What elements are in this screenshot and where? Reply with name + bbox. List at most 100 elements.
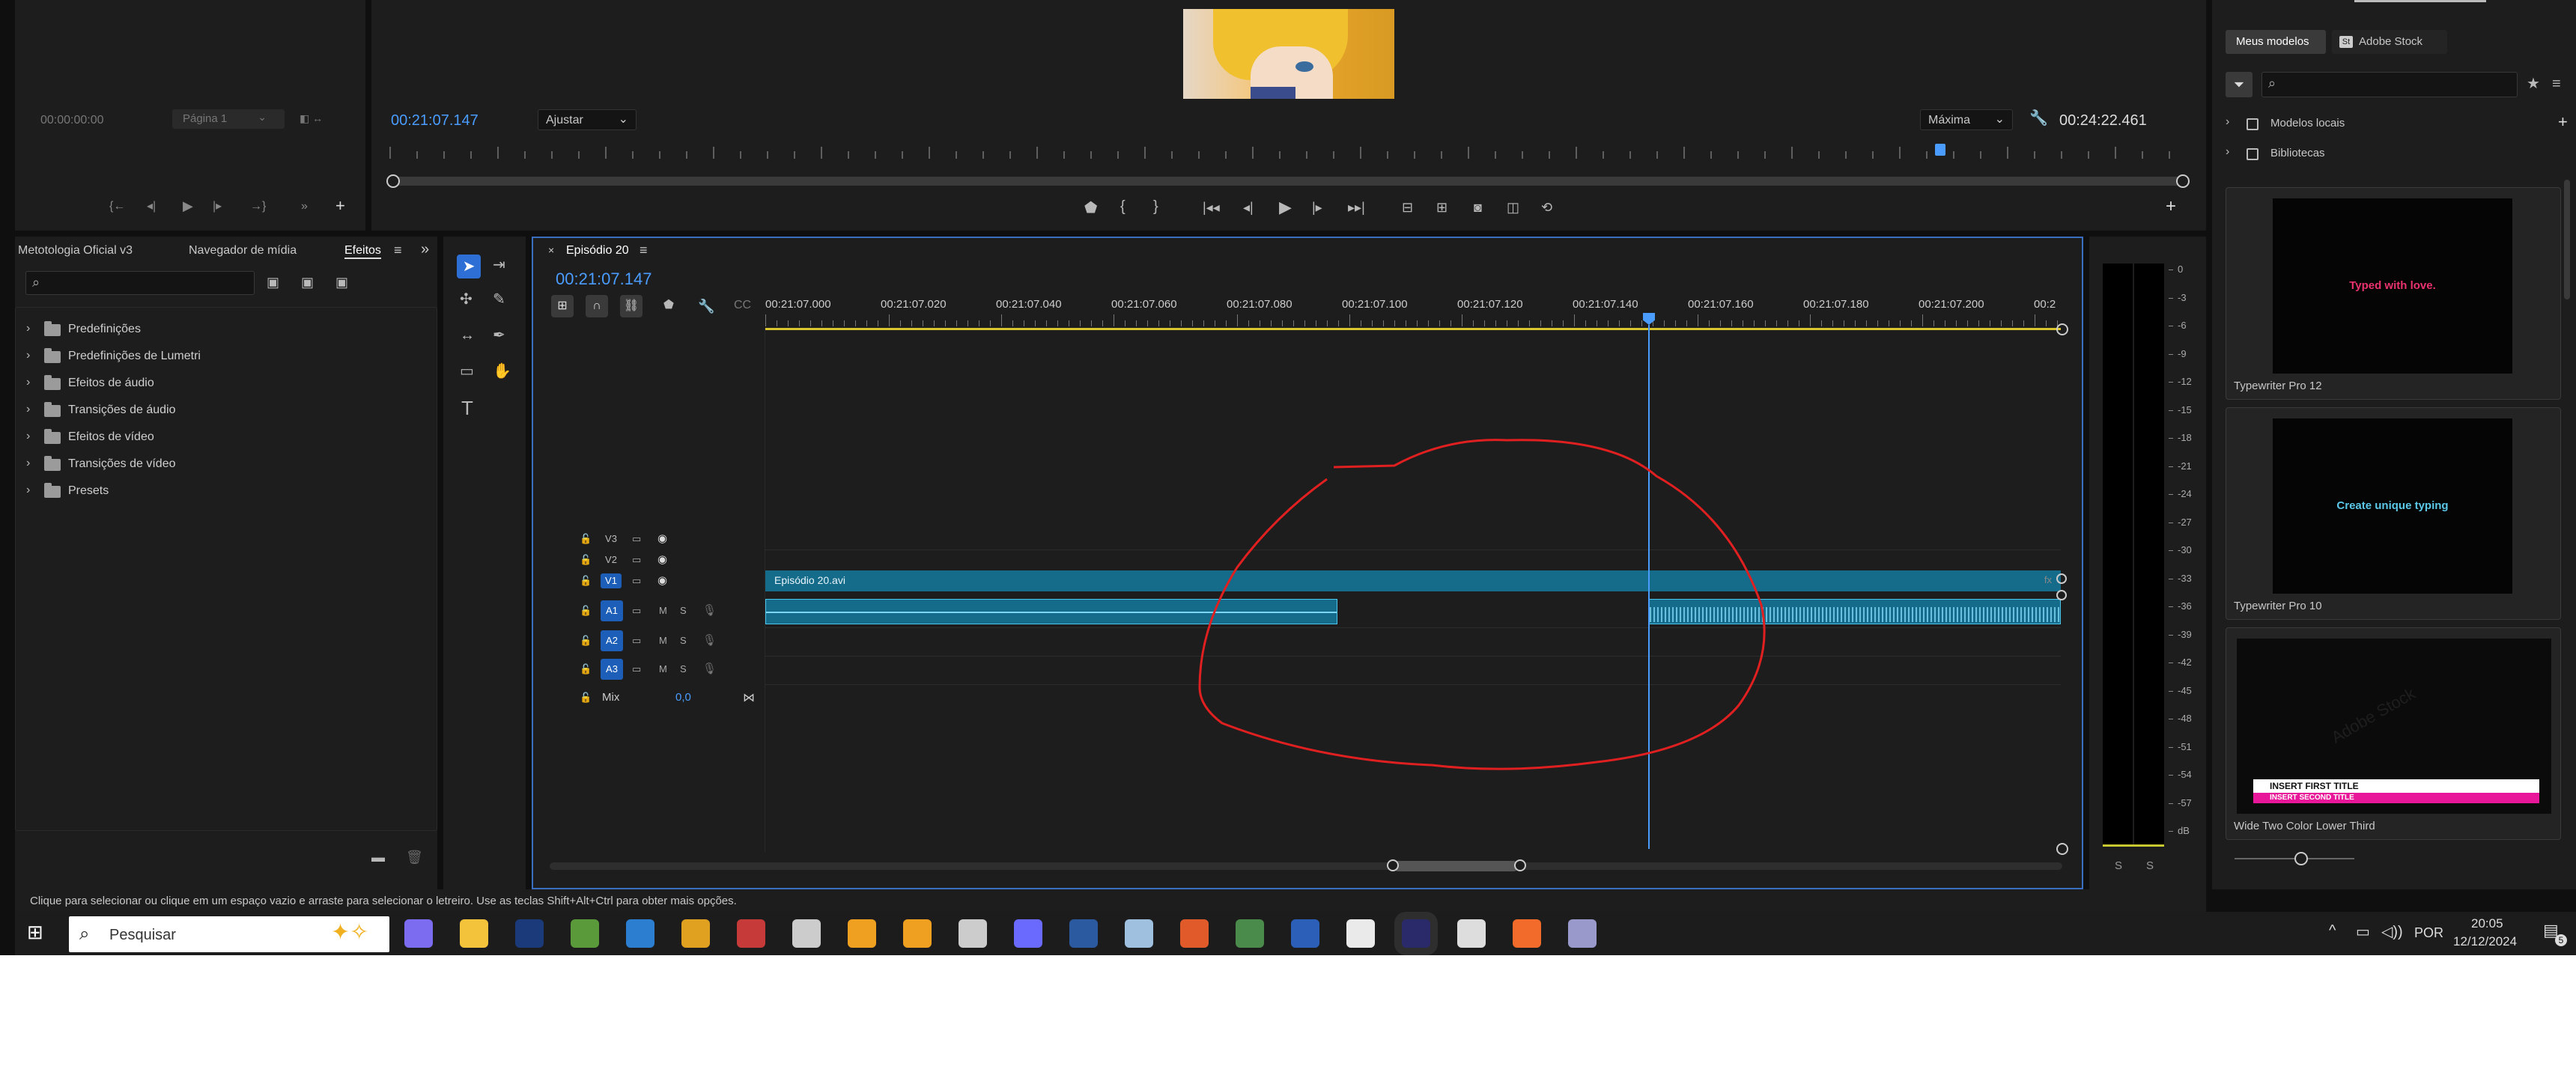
- chevron-right-icon[interactable]: ›: [26, 484, 30, 497]
- chevron-up-icon[interactable]: ^: [2329, 922, 2336, 940]
- mark-in-icon[interactable]: {: [1120, 199, 1126, 214]
- add-icon[interactable]: +: [2558, 112, 2568, 132]
- template-card[interactable]: Create unique typing Typewriter Pro 10: [2226, 407, 2561, 620]
- timeline-scrollbar[interactable]: [550, 859, 2062, 871]
- chevron-right-icon[interactable]: ›: [26, 322, 30, 335]
- davinci-icon[interactable]: [1457, 919, 1486, 948]
- more-icon[interactable]: »: [301, 201, 308, 213]
- tab-effects[interactable]: Efeitos ≡: [344, 241, 416, 264]
- play-icon[interactable]: ▶: [1279, 199, 1292, 216]
- effects-tree-item[interactable]: › Transições de vídeo: [16, 451, 390, 477]
- camera-icon[interactable]: ◙: [1474, 201, 1482, 214]
- tab-my-templates[interactable]: Meus modelos: [2226, 30, 2326, 54]
- templates-scrollbar[interactable]: [2564, 180, 2570, 299]
- filter-button[interactable]: ⏷: [2226, 72, 2253, 97]
- checkbox[interactable]: [2247, 148, 2258, 160]
- slip-icon[interactable]: ↔: [460, 328, 475, 343]
- expand-panels-icon[interactable]: »: [421, 241, 429, 258]
- effects-tree-item[interactable]: › Efeitos de vídeo: [16, 424, 390, 450]
- template-card[interactable]: Adobe Stock INSERT FIRST TITLE INSERT SE…: [2226, 627, 2561, 840]
- step-back-icon[interactable]: ◂|: [147, 201, 156, 213]
- scroll-handle-left[interactable]: [1387, 859, 1399, 871]
- timeline-bottom-handle[interactable]: [2056, 843, 2068, 855]
- templates-search-input[interactable]: ⌕: [2261, 72, 2518, 97]
- delete-icon[interactable]: 🗑: [406, 850, 423, 864]
- effects-tree-item[interactable]: › Efeitos de áudio: [16, 371, 390, 396]
- word-icon[interactable]: [1291, 919, 1319, 948]
- go-to-in-icon[interactable]: |◂◂: [1203, 201, 1220, 214]
- yuv-effects-icon[interactable]: ▣: [335, 275, 348, 289]
- chevron-right-icon[interactable]: ›: [26, 349, 30, 362]
- folder-app-icon[interactable]: [1125, 919, 1153, 948]
- scroll-handle-right[interactable]: [2176, 174, 2190, 188]
- video-app-icon[interactable]: [1180, 919, 1209, 948]
- step-forward-icon[interactable]: |▸: [1312, 201, 1322, 214]
- tree-libraries[interactable]: › Bibliotecas: [2226, 142, 2576, 166]
- scroll-handle-right[interactable]: [1514, 859, 1526, 871]
- windows-start-icon[interactable]: ⊞: [27, 922, 43, 942]
- aurora-icon[interactable]: [792, 919, 821, 948]
- source-step-icons[interactable]: ◧ ↔: [300, 112, 323, 125]
- go-to-out-icon[interactable]: →}: [250, 201, 266, 213]
- accelerated-effects-icon[interactable]: ▣: [267, 275, 279, 289]
- program-scrollbar[interactable]: [386, 174, 2190, 188]
- program-ruler[interactable]: [389, 147, 2187, 162]
- ripple-edit-icon[interactable]: ✣: [460, 292, 473, 307]
- menu-icon[interactable]: ≡: [394, 243, 402, 258]
- text-icon[interactable]: T: [461, 398, 473, 418]
- calculator-icon[interactable]: [1236, 919, 1264, 948]
- meter-solo-right[interactable]: S: [2146, 859, 2154, 872]
- game-icon[interactable]: [737, 919, 765, 948]
- copilot-icon[interactable]: [404, 919, 433, 948]
- paint-tool-icon[interactable]: [1568, 919, 1597, 948]
- go-to-in-icon[interactable]: {←: [109, 201, 125, 213]
- language-indicator[interactable]: POR: [2414, 925, 2443, 941]
- chevron-right-icon[interactable]: ›: [26, 403, 30, 416]
- scroll-handle-left[interactable]: [386, 174, 400, 188]
- step-forward-icon[interactable]: |▸: [213, 201, 222, 213]
- firefox-icon[interactable]: [1513, 919, 1541, 948]
- step-back-icon[interactable]: ◂|: [1243, 201, 1254, 214]
- satellite-icon[interactable]: [1014, 919, 1042, 948]
- volume-icon[interactable]: ◁)): [2381, 922, 2403, 941]
- source-timecode[interactable]: 00:00:00:00: [40, 114, 104, 127]
- chevron-right-icon[interactable]: ›: [26, 457, 30, 470]
- scroll-thumb[interactable]: [1393, 861, 1519, 871]
- lift-icon[interactable]: ⊟: [1402, 201, 1413, 214]
- add-button-icon[interactable]: +: [2166, 198, 2176, 216]
- star-icon[interactable]: ★: [2527, 76, 2540, 91]
- taskbar-search-input[interactable]: ⌕ Pesquisar ✦✧: [69, 916, 389, 952]
- aurora-2-icon[interactable]: [959, 919, 987, 948]
- play-icon[interactable]: ▶: [183, 199, 193, 213]
- clock-date[interactable]: 12/12/2024: [2453, 934, 2517, 949]
- compare-icon[interactable]: ◫: [1507, 201, 1519, 214]
- hand-icon[interactable]: ✋: [493, 364, 511, 379]
- 32bit-effects-icon[interactable]: ▣: [301, 275, 314, 289]
- photo-viewer-icon[interactable]: [626, 919, 654, 948]
- vr-icon[interactable]: ⟲: [1541, 201, 1552, 214]
- tree-local-templates[interactable]: › Modelos locais +: [2226, 112, 2576, 136]
- extract-icon[interactable]: ⊞: [1436, 201, 1448, 214]
- tab-adobe-stock[interactable]: St Adobe Stock: [2332, 30, 2447, 54]
- wrench-icon[interactable]: 🔧: [2029, 111, 2048, 126]
- mark-out-icon[interactable]: }: [1153, 199, 1158, 214]
- h-app-2-icon[interactable]: [903, 919, 932, 948]
- go-to-out-icon[interactable]: ▸▸|: [1348, 201, 1365, 214]
- effects-tree-item[interactable]: › Presets: [16, 478, 390, 504]
- premiere-icon[interactable]: [1402, 919, 1430, 948]
- clock-time[interactable]: 20:05: [2471, 916, 2503, 931]
- fit-select[interactable]: Ajustar ⌄: [538, 109, 637, 130]
- add-marker-icon[interactable]: ⬟: [1084, 201, 1097, 216]
- thumbnail-size-slider[interactable]: [2235, 852, 2354, 865]
- minecraft-icon[interactable]: [571, 919, 599, 948]
- checkbox[interactable]: [2247, 118, 2258, 130]
- template-card[interactable]: Typed with love. Typewriter Pro 12: [2226, 187, 2561, 400]
- photoshop-icon[interactable]: [515, 919, 544, 948]
- add-button-icon[interactable]: +: [335, 198, 345, 214]
- chrome-icon[interactable]: [1346, 919, 1375, 948]
- page-select[interactable]: Página 1 ⌄: [172, 109, 285, 129]
- file-explorer-icon[interactable]: [460, 919, 488, 948]
- effects-tree-item[interactable]: › Transições de áudio: [16, 398, 390, 423]
- network-icon[interactable]: ▭: [2356, 922, 2370, 941]
- quality-select[interactable]: Máxima ⌄: [1920, 109, 2013, 130]
